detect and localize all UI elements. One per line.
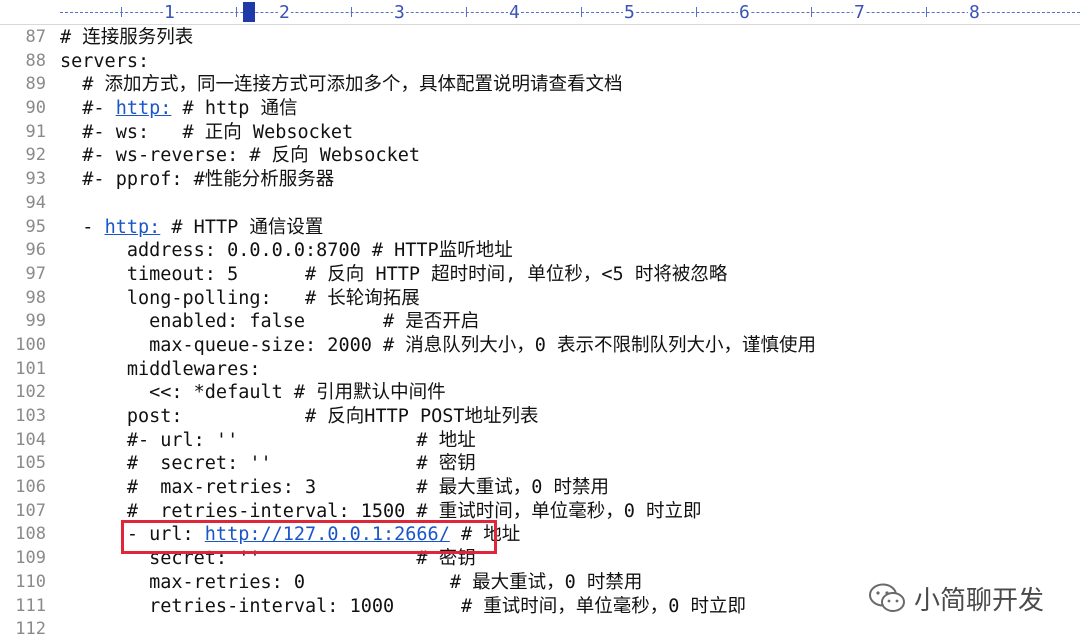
- line-number: 103: [15, 406, 46, 426]
- line-number: 99: [25, 311, 46, 332]
- code-text: #- http: # http 通信: [60, 97, 298, 121]
- code-line[interactable]: 101 middlewares:: [0, 358, 1080, 382]
- ruler-number: 6: [738, 2, 751, 23]
- code-text: # secret: '' # 密钥: [60, 453, 476, 475]
- code-line[interactable]: 102 <<: *default # 引用默认中间件: [0, 381, 1080, 405]
- ruler-tick: [465, 7, 467, 17]
- line-number: 96: [25, 240, 46, 261]
- code-text: #- ws: # 正向 Websocket: [60, 121, 354, 143]
- code-text: servers:: [60, 50, 150, 72]
- code-text: #- pprof: #性能分析服务器: [60, 169, 335, 191]
- code-line[interactable]: 92 #- ws-reverse: # 反向 Websocket: [0, 144, 1080, 168]
- code-line[interactable]: 91 #- ws: # 正向 Websocket: [0, 121, 1080, 145]
- code-line[interactable]: 88 servers:: [0, 50, 1080, 74]
- line-number: 108: [15, 524, 46, 545]
- code-line[interactable]: 99 enabled: false # 是否开启: [0, 310, 1080, 334]
- line-number: 93: [25, 169, 46, 190]
- line-number: 106: [15, 477, 46, 498]
- ruler-cursor-marker: [243, 2, 255, 22]
- code-line[interactable]: 93 #- pprof: #性能分析服务器: [0, 168, 1080, 192]
- line-number: 104: [15, 429, 46, 450]
- line-number: 112: [15, 619, 46, 640]
- code-text: # 连接服务列表: [60, 27, 194, 48]
- code-text: # max-retries: 3 # 最大重试，0 时禁用: [60, 477, 609, 499]
- code-line[interactable]: 112: [0, 618, 1080, 642]
- line-number: 95: [25, 216, 46, 237]
- code-text: max-retries: 0 # 最大重试，0 时禁用: [60, 571, 643, 593]
- code-text: max-queue-size: 2000 # 消息队列大小，0 表示不限制队列大…: [60, 334, 817, 356]
- code-line[interactable]: 104 #- url: '' # 地址: [0, 429, 1080, 453]
- ruler-number: 5: [623, 2, 636, 23]
- line-number: 105: [15, 453, 46, 474]
- code-text: middlewares:: [60, 358, 261, 380]
- code-segment: -: [60, 216, 105, 238]
- code-text: #- ws-reverse: # 反向 Websocket: [60, 145, 421, 167]
- code-segment: # HTTP 通信设置: [160, 216, 324, 238]
- line-number: 109: [15, 548, 46, 569]
- column-ruler: 1 2 3 4 5 6 7 8: [0, 0, 1080, 25]
- code-text: - http: # HTTP 通信设置: [60, 216, 323, 240]
- watermark-text: 小简聊开发: [914, 585, 1045, 616]
- line-number: 97: [25, 263, 46, 284]
- wechat-icon: [869, 583, 905, 612]
- highlight-box: [121, 520, 497, 554]
- code-line[interactable]: 94: [0, 192, 1080, 216]
- code-text: address: 0.0.0.0:8700 # HTTP监听地址: [60, 240, 513, 262]
- code-text: #- url: '' # 地址: [60, 429, 476, 451]
- code-line[interactable]: 103 post: # 反向HTTP POST地址列表: [0, 405, 1080, 429]
- code-line[interactable]: 96 address: 0.0.0.0:8700 # HTTP监听地址: [0, 239, 1080, 263]
- line-number: 90: [25, 98, 46, 119]
- ruler-number: 4: [508, 2, 521, 23]
- code-line[interactable]: 98 long-polling: # 长轮询拓展: [0, 287, 1080, 311]
- line-number: 98: [25, 287, 46, 308]
- code-link[interactable]: http:: [105, 217, 161, 238]
- line-number: 92: [25, 145, 46, 166]
- line-number: 88: [25, 50, 46, 71]
- ruler-number: 3: [393, 2, 406, 23]
- code-line[interactable]: 90 #- http: # http 通信: [0, 97, 1080, 121]
- line-number: 87: [25, 27, 46, 47]
- line-number: 94: [25, 192, 46, 213]
- code-text: # 添加方式，同一连接方式可添加多个，具体配置说明请查看文档: [60, 74, 623, 96]
- code-line[interactable]: 95 - http: # HTTP 通信设置: [0, 216, 1080, 240]
- ruler-tick: [235, 7, 237, 17]
- ruler-number: 7: [853, 2, 866, 23]
- code-text: timeout: 5 # 反向 HTTP 超时时间, 单位秒，<5 时将被忽略: [60, 263, 728, 285]
- line-number: 111: [15, 595, 46, 616]
- line-number: 102: [15, 382, 46, 403]
- code-text: enabled: false # 是否开启: [60, 311, 480, 333]
- line-number: 91: [25, 121, 46, 142]
- code-line[interactable]: 87 # 连接服务列表: [0, 26, 1080, 50]
- line-number: 101: [15, 358, 46, 379]
- line-number: 89: [25, 74, 46, 95]
- code-text: retries-interval: 1000 # 重试时间，单位毫秒，0 时立即: [60, 595, 747, 617]
- line-number: 107: [15, 500, 46, 521]
- watermark: 小简聊开发: [868, 582, 1045, 616]
- line-number: 110: [15, 571, 46, 592]
- ruler-tick: [120, 7, 122, 17]
- code-segment: # http 通信: [171, 98, 298, 120]
- ruler-number: 8: [968, 2, 981, 23]
- code-text: post: # 反向HTTP POST地址列表: [60, 406, 539, 427]
- ruler-tick: [695, 7, 697, 17]
- code-segment: #-: [60, 98, 116, 120]
- code-line[interactable]: 100 max-queue-size: 2000 # 消息队列大小，0 表示不限…: [0, 334, 1080, 358]
- ruler-number: 1: [163, 2, 176, 23]
- code-text: long-polling: # 长轮询拓展: [60, 287, 420, 309]
- code-link[interactable]: http:: [116, 98, 172, 119]
- ruler-tick: [810, 7, 812, 17]
- ruler-tick: [350, 7, 352, 17]
- code-line[interactable]: 89 # 添加方式，同一连接方式可添加多个，具体配置说明请查看文档: [0, 73, 1080, 97]
- code-line[interactable]: 97 timeout: 5 # 反向 HTTP 超时时间, 单位秒，<5 时将被…: [0, 263, 1080, 287]
- line-number: 100: [15, 334, 46, 355]
- ruler-line: [60, 12, 1080, 13]
- ruler-tick: [580, 7, 582, 17]
- ruler-tick: [925, 7, 927, 17]
- code-text: <<: *default # 引用默认中间件: [60, 382, 446, 404]
- code-line[interactable]: 106 # max-retries: 3 # 最大重试，0 时禁用: [0, 476, 1080, 500]
- code-line[interactable]: 105 # secret: '' # 密钥: [0, 452, 1080, 476]
- ruler-number: 2: [278, 2, 291, 23]
